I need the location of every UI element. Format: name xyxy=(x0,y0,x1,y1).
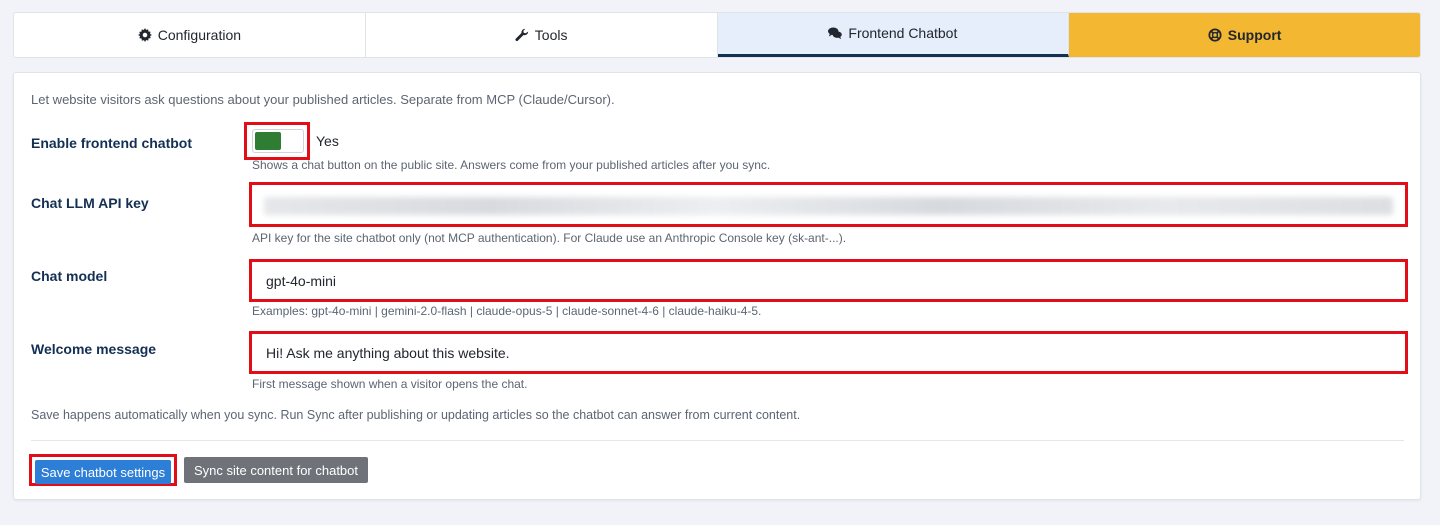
chat-model-input[interactable]: gpt-4o-mini xyxy=(249,259,1408,302)
tab-label: Configuration xyxy=(157,27,242,43)
chat-model-help: Examples: gpt-4o-mini | gemini-2.0-flash… xyxy=(252,304,762,318)
chat-bubbles-icon xyxy=(828,26,843,40)
wrench-icon xyxy=(515,28,529,42)
toggle-knob xyxy=(255,132,281,150)
api-key-input[interactable] xyxy=(249,182,1408,227)
toggle-state-label: Yes xyxy=(316,133,339,149)
api-key-redacted-value xyxy=(264,197,1393,215)
enable-chatbot-help: Shows a chat button on the public site. … xyxy=(252,158,771,172)
intro-text: Let website visitors ask questions about… xyxy=(31,92,615,107)
enable-chatbot-toggle[interactable] xyxy=(252,129,304,153)
save-chatbot-settings-button[interactable]: Save chatbot settings xyxy=(35,460,171,484)
api-key-help: API key for the site chatbot only (not M… xyxy=(252,231,847,245)
tab-configuration[interactable]: Configuration xyxy=(14,13,366,57)
tab-frontend-chatbot[interactable]: Frontend Chatbot xyxy=(717,13,1070,57)
chatbot-settings-panel: Let website visitors ask questions about… xyxy=(13,72,1421,500)
sync-site-content-button[interactable]: Sync site content for chatbot xyxy=(184,457,368,483)
tab-label: Support xyxy=(1227,27,1282,43)
tab-bar: Configuration Tools Frontend Chatbot Sup… xyxy=(13,12,1421,58)
lifebuoy-icon xyxy=(1208,28,1222,42)
gear-icon xyxy=(137,28,152,42)
tab-label: Tools xyxy=(534,27,568,43)
enable-chatbot-label: Enable frontend chatbot xyxy=(31,135,192,151)
chat-model-label: Chat model xyxy=(31,268,108,284)
welcome-message-help: First message shown when a visitor opens… xyxy=(252,377,528,391)
save-note: Save happens automatically when you sync… xyxy=(31,408,801,422)
divider xyxy=(31,440,1404,441)
save-button-highlight: Save chatbot settings xyxy=(29,454,177,486)
enable-chatbot-highlight xyxy=(244,122,310,160)
welcome-message-input[interactable]: Hi! Ask me anything about this website. xyxy=(249,331,1408,374)
api-key-label: Chat LLM API key xyxy=(31,195,149,211)
tab-tools[interactable]: Tools xyxy=(366,13,718,57)
tab-support[interactable]: Support xyxy=(1069,13,1420,57)
welcome-message-label: Welcome message xyxy=(31,341,157,357)
tab-label: Frontend Chatbot xyxy=(848,25,958,41)
